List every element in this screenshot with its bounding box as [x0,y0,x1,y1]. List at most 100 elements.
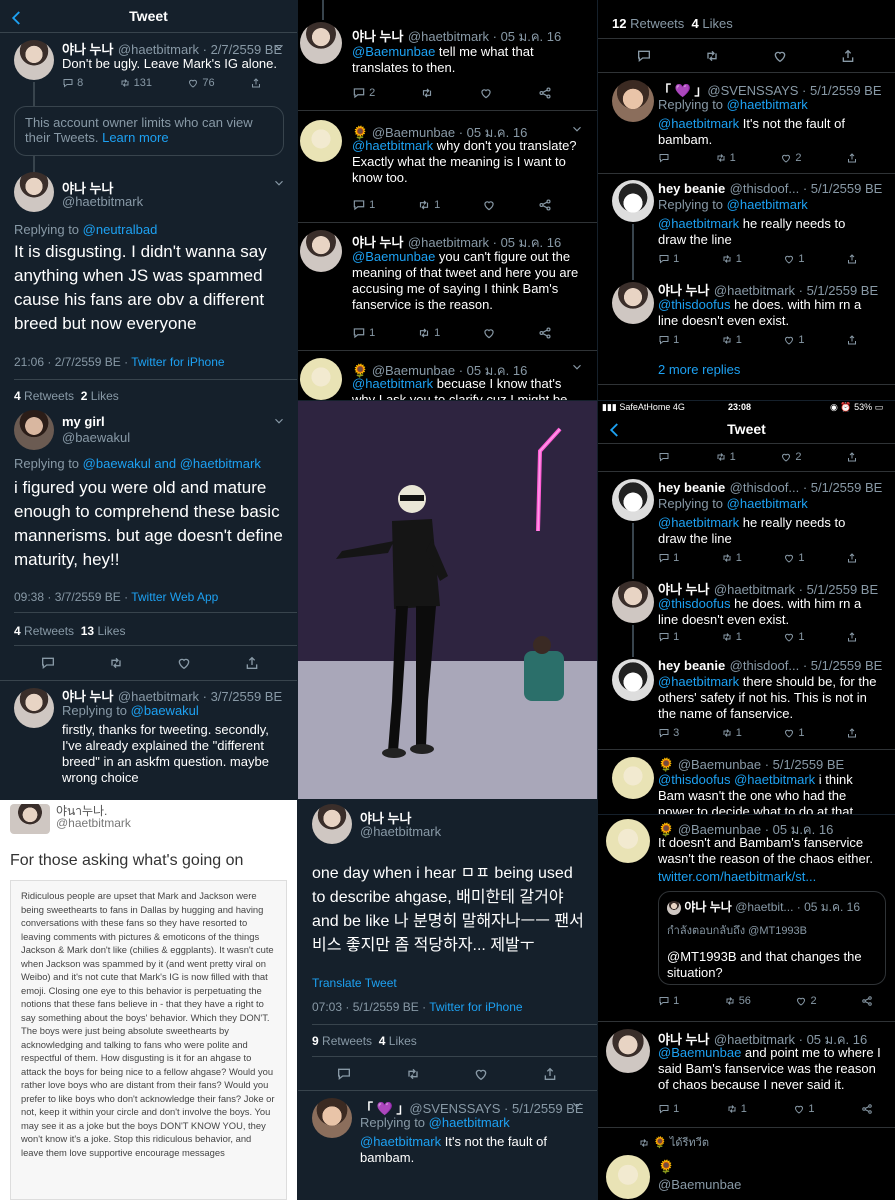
retweet-button[interactable]: 1 [715,451,736,463]
author-name[interactable]: 야나 누나 [658,582,709,597]
avatar[interactable] [612,479,654,521]
reply-button[interactable]: 1 [352,198,375,212]
author-handle[interactable]: @thisdoof... · 5/1/2559 BE [730,181,883,196]
reply-button[interactable]: 1 [658,631,679,643]
likes-label[interactable]: Likes [702,16,732,31]
reply-button[interactable] [636,48,652,64]
retweet-button[interactable]: 1 [721,727,742,739]
learn-more-link[interactable]: Learn more [102,130,168,145]
mention-link[interactable]: @baewakul and @haetbitmark [83,456,261,471]
author-handle[interactable]: @baewakul [62,430,130,445]
author-name[interactable]: 야나 누나 [62,42,113,57]
author-handle[interactable]: @haetbitmark · 5/1/2559 BE [714,283,878,298]
reply-button[interactable]: 1 [658,334,679,346]
mention-link[interactable]: @Baemunbae [352,44,435,59]
quoted-link[interactable]: twitter.com/haetbitmark/st... [658,869,816,884]
mention-link[interactable]: @Baemunbae [352,249,435,264]
like-button[interactable] [176,655,192,671]
share-button[interactable] [846,152,858,164]
author-handle[interactable]: @thisdoof... · 5/1/2559 BE [730,658,883,673]
retweet-button[interactable]: 1 [417,198,440,212]
like-button[interactable] [473,1066,489,1082]
avatar[interactable] [300,22,342,64]
reply-button[interactable] [658,152,670,164]
like-button[interactable]: 2 [780,451,801,463]
mention-link[interactable]: @haetbitmark [658,216,739,231]
like-button[interactable]: 1 [783,552,805,564]
retweet-button[interactable] [405,1066,421,1082]
reply-button[interactable]: 1 [352,326,375,340]
like-button[interactable]: 2 [780,152,801,164]
avatar[interactable] [14,688,54,728]
mention-link[interactable]: @haetbitmark [727,197,808,212]
author-name[interactable]: 「 💜 」 [658,83,707,98]
author-name[interactable]: 야나 누나 [352,29,403,44]
avatar[interactable] [612,282,654,324]
avatar[interactable] [14,410,54,450]
client-link[interactable]: Twitter Web App [131,590,218,604]
author-name[interactable]: 🌻 [658,1159,674,1175]
author-handle[interactable]: @haetbitmark · 05 ม.ค. 16 [408,29,561,44]
avatar[interactable] [612,581,654,623]
video-frame[interactable] [298,401,597,799]
share-button[interactable] [846,631,858,643]
mention-link[interactable]: @haetbitmark [658,116,739,131]
author-handle[interactable]: 🌻 @Baemunbae · 5/1/2559 BE [658,757,844,772]
avatar[interactable] [606,819,650,863]
avatar[interactable] [300,230,342,272]
share-button[interactable] [840,48,856,64]
author-handle[interactable]: @SVENSSAYS · 5/1/2559 BE [409,1101,583,1116]
share-button[interactable] [542,1066,558,1082]
reply-button[interactable] [40,655,56,671]
more-chevron[interactable] [570,1098,584,1112]
share-button[interactable] [861,995,873,1007]
avatar[interactable] [606,1155,650,1199]
retweet-button[interactable]: 1 [417,326,440,340]
retweet-button[interactable]: 1 [726,1103,747,1115]
mention-link[interactable]: @haetbitmark [429,1115,510,1130]
reply-button[interactable]: 1 [658,995,679,1007]
author-name[interactable]: 야나 누나 [62,689,113,704]
mention-link[interactable]: @haetbitmark [352,376,433,391]
retweets-label[interactable]: Retweets [322,1034,372,1048]
avatar[interactable] [612,757,654,799]
share-button[interactable] [846,451,858,463]
mention-link[interactable]: @haetbitmark [658,674,739,689]
share-button[interactable] [538,86,552,100]
reply-button[interactable]: 1 [658,253,679,265]
mention-link[interactable]: @haetbitmark [658,515,739,530]
mention-link[interactable]: @thisdoofus [658,596,730,611]
like-button[interactable]: 1 [783,727,805,739]
author-name[interactable]: hey beanie [658,658,725,673]
avatar[interactable] [312,804,352,844]
like-button[interactable]: 76 [187,77,215,89]
quoted-tweet-card[interactable]: 야나 누나 @haetbit... · 05 ม.ค. 16 กำลังตอบก… [658,891,886,985]
author-handle[interactable]: @haetbitmark · 05 ม.ค. 16 [408,235,561,250]
avatar[interactable] [14,40,54,80]
more-chevron[interactable] [272,414,286,428]
retweet-button[interactable]: 56 [724,995,751,1007]
avatar[interactable] [300,120,342,162]
likes-label[interactable]: Likes [389,1034,417,1048]
like-button[interactable]: 2 [795,995,817,1007]
retweet-button[interactable] [420,86,434,100]
mention-link[interactable]: @baewakul [131,703,199,718]
author-name[interactable]: 야나 누나 [658,283,709,298]
avatar[interactable] [612,659,654,701]
share-button[interactable] [846,334,858,346]
reply-button[interactable]: 3 [658,727,679,739]
author-handle[interactable]: @haetbitmark · 2/7/2559 BE [118,42,282,57]
author-name[interactable]: 「 💜 」 [360,1101,409,1116]
mention-link[interactable]: @haetbitmark [352,138,433,153]
avatar[interactable] [612,180,654,222]
more-chevron[interactable] [272,40,286,54]
author-handle[interactable]: @haetbitmark · 5/1/2559 BE [714,582,878,597]
reply-button[interactable] [658,451,670,463]
share-button[interactable] [244,655,260,671]
like-button[interactable]: 1 [793,1103,815,1115]
retweets-label[interactable]: Retweets [630,16,684,31]
more-replies-link[interactable]: 2 more replies [658,362,740,377]
reply-button[interactable]: 8 [62,77,83,89]
avatar[interactable] [300,358,342,400]
author-handle[interactable]: @haetbitmark [62,194,143,209]
